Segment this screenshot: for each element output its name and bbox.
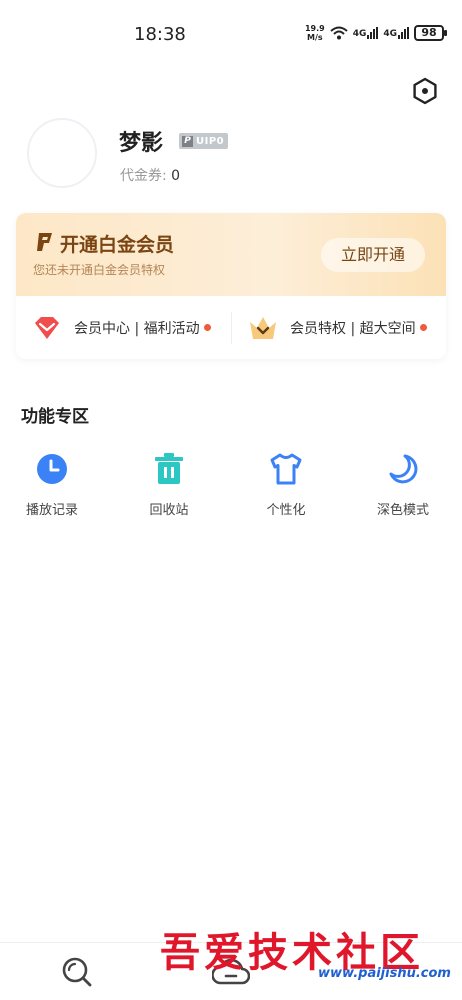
- tshirt-icon: [270, 453, 302, 485]
- voucher-value: 0: [171, 168, 181, 184]
- network-speed-value: 19.9: [304, 24, 325, 33]
- vip-logo-icon: [37, 233, 52, 251]
- status-bar: 18:38 19.9 M/s 4G 4G 98: [0, 0, 462, 66]
- diamond-heart-icon: [35, 316, 59, 339]
- signal-1-label: 4G: [352, 29, 367, 39]
- notification-dot: [203, 324, 211, 331]
- dark-mode-label: 深色模式: [376, 503, 429, 518]
- clock-icon: [37, 454, 67, 484]
- username[interactable]: 梦影: [119, 125, 163, 157]
- divider: [231, 312, 232, 344]
- status-time: 18:38: [134, 24, 186, 45]
- play-history-label: 播放记录: [25, 503, 78, 518]
- member-privileges-link[interactable]: 会员特权 | 超大空间: [248, 296, 427, 359]
- trash-icon: [155, 453, 183, 484]
- member-privileges-label: 会员特权 | 超大空间: [290, 320, 416, 337]
- voucher-label: 代金券:: [120, 168, 167, 184]
- personalize-label: 个性化: [266, 503, 306, 518]
- vip-banner[interactable]: 开通白金会员 您还未开通白金会员特权 立即开通: [16, 213, 446, 296]
- recycle-bin-label: 回收站: [149, 503, 189, 518]
- vip-card: 开通白金会员 您还未开通白金会员特权 立即开通 会员中心 | 福利活动 会员特权…: [16, 213, 446, 359]
- section-title: 功能专区: [21, 407, 89, 427]
- voucher-info[interactable]: 代金券: 0: [120, 165, 180, 185]
- personalize-button[interactable]: 个性化: [241, 452, 331, 522]
- dark-mode-button[interactable]: 深色模式: [358, 452, 448, 522]
- network-speed: 19.9 M/s: [305, 24, 325, 42]
- notification-dot: [419, 324, 427, 331]
- vip-title: 开通白金会员: [60, 234, 175, 256]
- cellular-signal-2: 4G: [383, 27, 409, 39]
- vip-level-text: UIP0: [196, 135, 225, 147]
- crown-icon: [250, 316, 276, 339]
- recycle-bin-button[interactable]: 回收站: [124, 452, 214, 522]
- vip-links: 会员中心 | 福利活动 会员特权 | 超大空间: [16, 296, 446, 359]
- wifi-icon: [330, 26, 348, 40]
- network-speed-unit: M/s: [306, 33, 323, 42]
- settings-button[interactable]: [410, 76, 440, 106]
- battery-indicator: 98: [414, 25, 447, 41]
- nav-search-button[interactable]: [60, 955, 94, 989]
- vip-subtitle: 您还未开通白金会员特权: [33, 263, 166, 277]
- vip-level-badge: P UIP0: [179, 133, 229, 149]
- play-history-button[interactable]: 播放记录: [7, 452, 97, 522]
- cellular-signal-1: 4G: [353, 27, 379, 39]
- signal-2-label: 4G: [383, 29, 397, 39]
- open-vip-button[interactable]: 立即开通: [321, 238, 425, 272]
- member-center-label: 会员中心 | 福利活动: [74, 320, 200, 337]
- vip-p-icon: P: [182, 135, 193, 147]
- watermark-url: www.paijishu.com: [318, 966, 451, 981]
- avatar[interactable]: [27, 118, 97, 188]
- settings-icon: [413, 77, 437, 105]
- moon-icon: [389, 454, 418, 484]
- member-center-link[interactable]: 会员中心 | 福利活动: [32, 296, 211, 359]
- search-icon: [62, 957, 92, 987]
- status-icons: 19.9 M/s 4G 4G 98: [305, 24, 447, 42]
